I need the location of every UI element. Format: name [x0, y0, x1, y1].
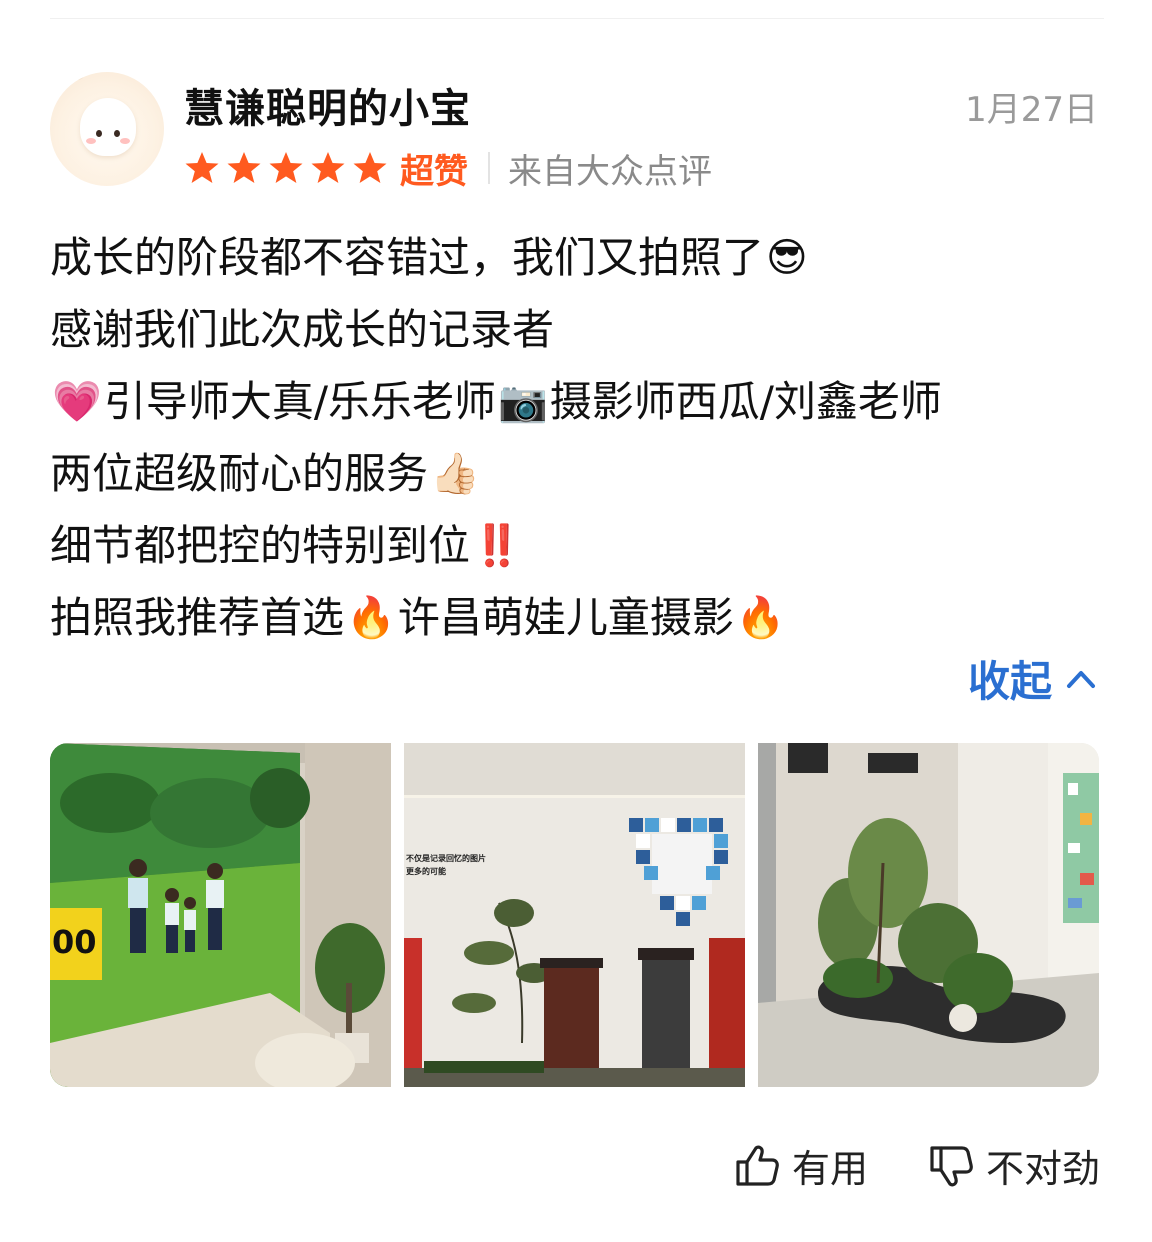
- useful-button[interactable]: 有用: [734, 1138, 868, 1193]
- review-date: 1月27日: [965, 90, 1098, 130]
- rating-label: 超赞: [400, 151, 468, 192]
- collapse-button[interactable]: 收起: [968, 648, 1098, 709]
- thumbs-up-icon: [736, 1145, 779, 1186]
- review-line: 两位超级耐心的服务 👍🏻: [50, 438, 1110, 510]
- star-icon: [226, 150, 262, 186]
- cool-face-emoji: 😎: [766, 235, 808, 281]
- avatar-eye-left: [96, 130, 102, 137]
- review-line: 拍照我推荐首选 🔥 许昌萌娃儿童摄影 🔥: [50, 582, 1110, 654]
- useful-label: 有用: [791, 1147, 868, 1191]
- wall-text: 更多的可能: [406, 866, 446, 876]
- review-text: 成长的阶段都不容错过，我们又拍照了 😎 感谢我们此次成长的记录者 💗 引导师大真/乐…: [50, 222, 1110, 654]
- review-photo[interactable]: [758, 743, 1099, 1087]
- review-line-text: 成长的阶段都不容错过，我们又拍照了: [50, 233, 765, 282]
- double-exclamation-emoji: ‼️: [472, 523, 522, 569]
- avatar[interactable]: [50, 72, 164, 186]
- wrong-label: 不对劲: [985, 1147, 1100, 1191]
- top-divider: [50, 18, 1104, 19]
- wrong-button[interactable]: 不对劲: [928, 1138, 1100, 1193]
- fire-emoji: 🔥: [735, 595, 786, 641]
- thumbs-down-icon: [930, 1145, 973, 1186]
- wall-text: 不仅是记录回忆的图片: [406, 853, 486, 863]
- review-line: 感谢我们此次成长的记录者: [50, 294, 1110, 366]
- review-source: 来自大众点评: [508, 151, 712, 192]
- review-line-text: 感谢我们此次成长的记录者: [50, 305, 555, 354]
- review-line-text: 细节都把控的特别到位: [50, 521, 471, 570]
- review-photo[interactable]: 不仅是记录回忆的图片 更多的可能: [404, 743, 745, 1087]
- photo-gallery: 00 不仅是记录回忆的图片 更多的可能: [50, 743, 1100, 1087]
- sign-number: 00: [52, 923, 97, 961]
- avatar-cheek-right: [120, 138, 130, 144]
- avatar-bun: [80, 98, 136, 156]
- review-photo[interactable]: 00: [50, 743, 391, 1087]
- star-icon: [184, 150, 220, 186]
- review-line-text: 摄影师西瓜/刘鑫老师: [549, 377, 942, 426]
- fire-emoji: 🔥: [346, 595, 396, 641]
- review-actions: 有用 不对劲: [674, 1138, 1100, 1193]
- review-line: 💗 引导师大真/乐乐老师 📷 摄影师西瓜/刘鑫老师: [50, 366, 1110, 438]
- rating-separator: [488, 152, 490, 184]
- username[interactable]: 慧谦聪明的小宝: [184, 76, 471, 134]
- review-line-text: 引导师大真/乐乐老师: [103, 377, 496, 426]
- rating-row: 超赞 来自大众点评: [184, 146, 712, 192]
- review-line-text: 许昌萌娃儿童摄影: [397, 593, 734, 642]
- star-icon: [352, 150, 388, 186]
- avatar-eye-right: [114, 130, 120, 137]
- avatar-bun-top: [72, 72, 84, 80]
- thumbs-up-emoji: 👍🏻: [430, 451, 480, 497]
- heart-emoji: 💗: [52, 379, 102, 425]
- star-rating: [184, 150, 394, 186]
- review-line-text: 两位超级耐心的服务: [50, 449, 429, 498]
- collapse-label: 收起: [967, 657, 1052, 706]
- review-line: 成长的阶段都不容错过，我们又拍照了 😎: [50, 222, 1110, 294]
- star-icon: [310, 150, 346, 186]
- review-line: 细节都把控的特别到位 ‼️: [50, 510, 1110, 582]
- star-icon: [268, 150, 304, 186]
- chevron-up-icon: [1067, 670, 1095, 688]
- avatar-cheek-left: [86, 138, 96, 144]
- review-line-text: 拍照我推荐首选: [50, 593, 345, 642]
- camera-emoji: 📷: [497, 379, 548, 425]
